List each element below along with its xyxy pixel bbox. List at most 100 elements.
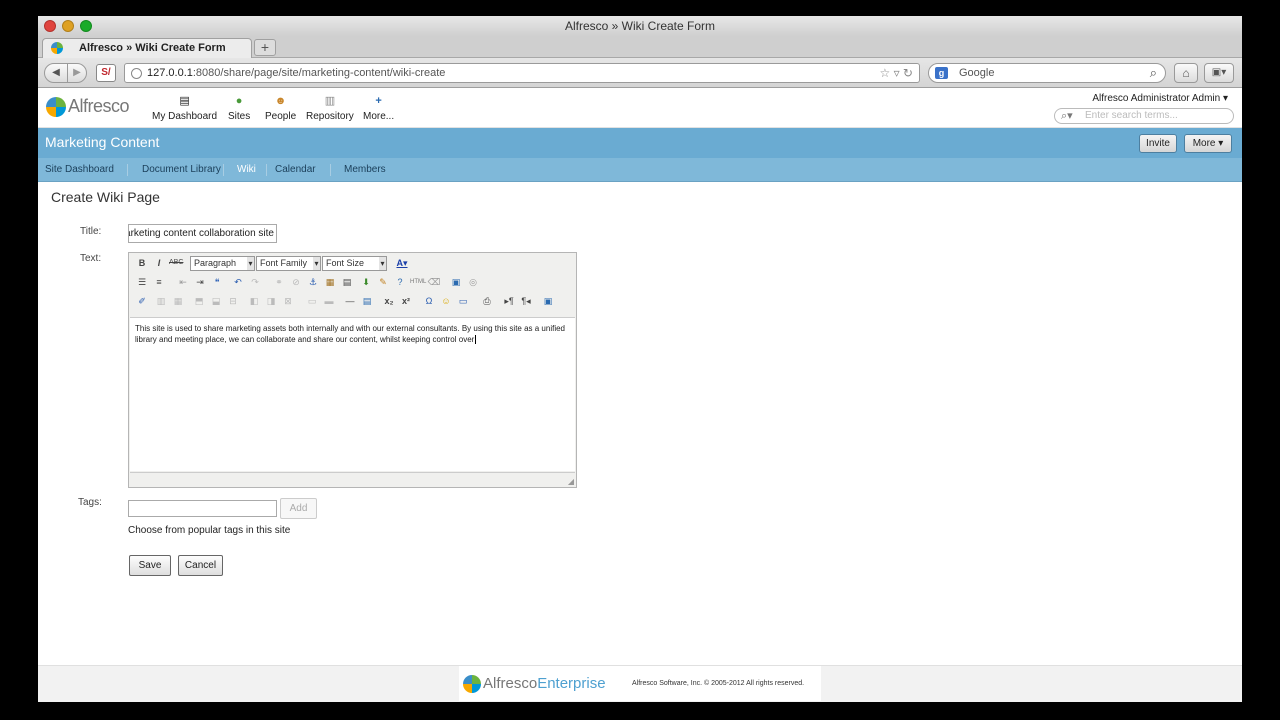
- font-size-select[interactable]: Font Size: [322, 256, 387, 271]
- anchor-icon[interactable]: ⚓: [306, 275, 320, 289]
- search-icon[interactable]: ⌕▾: [1061, 109, 1073, 123]
- split-cells-icon[interactable]: ▭: [305, 294, 319, 308]
- numbered-list-icon[interactable]: ≡: [152, 275, 166, 289]
- maximize-window-icon[interactable]: [80, 20, 92, 32]
- site-title[interactable]: Marketing Content: [45, 134, 159, 150]
- nav-more[interactable]: + More...: [363, 94, 394, 122]
- outdent-icon[interactable]: ⇤: [176, 275, 190, 289]
- nav-repository[interactable]: ▥ Repository: [306, 94, 354, 122]
- nav-label: Repository: [306, 111, 354, 122]
- paragraph-select-value: Paragraph: [194, 258, 237, 268]
- rich-text-editor: B I ABC Paragraph Font Family Font Size …: [128, 252, 577, 488]
- site-nav-members[interactable]: Members: [344, 164, 386, 175]
- browser-menu-button[interactable]: ▣▾: [1204, 63, 1234, 83]
- row-props-icon[interactable]: ▥: [154, 294, 168, 308]
- horizontal-rule-icon[interactable]: —: [343, 294, 357, 308]
- subscript-icon[interactable]: x₂: [382, 294, 396, 308]
- strikethrough-icon[interactable]: ABC: [169, 256, 183, 270]
- html-source-icon[interactable]: HTML: [410, 275, 426, 289]
- plus-icon: +: [375, 95, 382, 107]
- google-icon[interactable]: g: [935, 67, 948, 79]
- url-bar[interactable]: 127.0.0.1:8080/share/page/site/marketing…: [124, 63, 920, 83]
- site-nav-dashboard[interactable]: Site Dashboard: [45, 164, 114, 175]
- app-header: Alfresco ▤ My Dashboard ● Sites ☻ People…: [38, 88, 1242, 128]
- insert-row-after-icon[interactable]: ⬓: [209, 294, 223, 308]
- nav-people[interactable]: ☻ People: [265, 94, 296, 122]
- home-button[interactable]: ⌂: [1174, 63, 1198, 83]
- footer-edition: Enterprise: [537, 675, 606, 692]
- print-icon[interactable]: ⎙: [480, 294, 494, 308]
- link-icon[interactable]: ⚭: [272, 275, 286, 289]
- globe-icon: [131, 68, 142, 79]
- insert-row-before-icon[interactable]: ⬒: [192, 294, 206, 308]
- cancel-button[interactable]: Cancel: [178, 555, 223, 576]
- insert-icon[interactable]: ⬇: [359, 275, 373, 289]
- redo-icon[interactable]: ↷: [248, 275, 262, 289]
- italic-icon[interactable]: I: [152, 256, 166, 270]
- merge-cells-icon[interactable]: ▬: [322, 294, 336, 308]
- cell-props-icon[interactable]: ▦: [171, 294, 185, 308]
- nav-my-dashboard[interactable]: ▤ My Dashboard: [152, 94, 217, 122]
- new-tab-button[interactable]: +: [254, 39, 276, 56]
- bullet-list-icon[interactable]: ☰: [135, 275, 149, 289]
- site-search-input[interactable]: ⌕▾ Enter search terms...: [1054, 108, 1234, 124]
- site-nav-document-library[interactable]: Document Library: [142, 164, 221, 175]
- nav-sites[interactable]: ● Sites: [228, 94, 250, 122]
- title-input[interactable]: arketing content collaboration site: [128, 224, 277, 243]
- minimize-window-icon[interactable]: [62, 20, 74, 32]
- cleanup-icon[interactable]: ✎: [376, 275, 390, 289]
- browser-search-field[interactable]: g Google ⌕: [928, 63, 1166, 83]
- text-color-icon[interactable]: A▾: [392, 256, 412, 270]
- help-icon[interactable]: ?: [393, 275, 407, 289]
- window-titlebar: Alfresco » Wiki Create Form: [38, 16, 1242, 36]
- forward-button[interactable]: ▶: [67, 63, 87, 83]
- media-embed-icon[interactable]: ▭: [456, 294, 470, 308]
- nav-divider: [266, 164, 267, 176]
- emoticon-icon[interactable]: ☺: [439, 294, 453, 308]
- add-tag-button[interactable]: Add: [280, 498, 317, 519]
- special-char-icon[interactable]: Ω: [422, 294, 436, 308]
- media-icon[interactable]: ▤: [340, 275, 354, 289]
- preview-icon[interactable]: ◎: [466, 275, 480, 289]
- nav-divider: [330, 164, 331, 176]
- browser-tab[interactable]: Alfresco » Wiki Create Form: [42, 38, 252, 58]
- popular-tags-link[interactable]: Choose from popular tags in this site: [128, 525, 290, 536]
- nav-label: More...: [363, 111, 395, 122]
- font-family-select[interactable]: Font Family: [256, 256, 321, 271]
- bold-icon[interactable]: B: [135, 256, 149, 270]
- site-nav-calendar[interactable]: Calendar: [275, 164, 316, 175]
- delete-row-icon[interactable]: ⊟: [226, 294, 240, 308]
- site-more-button[interactable]: More ▾: [1184, 134, 1232, 153]
- superscript-icon[interactable]: x²: [399, 294, 413, 308]
- delete-col-icon[interactable]: ⊠: [281, 294, 295, 308]
- tags-input[interactable]: [128, 500, 277, 517]
- back-button[interactable]: ◀: [44, 63, 68, 83]
- resize-handle-icon[interactable]: ◢: [568, 477, 574, 486]
- insert-col-before-icon[interactable]: ◧: [247, 294, 261, 308]
- eraser-icon[interactable]: ⌫: [427, 275, 441, 289]
- editor-body[interactable]: This site is used to share marketing ass…: [130, 317, 575, 471]
- bookmark-star-icon[interactable]: ☆ ▿ ↻: [879, 66, 913, 80]
- magnifier-icon[interactable]: ⌕: [1150, 65, 1157, 81]
- text-label: Text:: [80, 253, 102, 264]
- edit-icon[interactable]: ✐: [135, 294, 149, 308]
- fullscreen-icon[interactable]: ▣: [541, 294, 555, 308]
- site-nav-wiki[interactable]: Wiki: [237, 164, 256, 175]
- blockquote-icon[interactable]: ❝: [210, 275, 224, 289]
- user-menu[interactable]: Alfresco Administrator Admin ▾: [1092, 93, 1228, 104]
- close-window-icon[interactable]: [44, 20, 56, 32]
- rtl-icon[interactable]: ¶◂: [519, 294, 533, 308]
- visual-aid-icon[interactable]: ▤: [360, 294, 374, 308]
- image-icon[interactable]: ▦: [323, 275, 337, 289]
- table-icon[interactable]: ▣: [449, 275, 463, 289]
- tags-label: Tags:: [78, 497, 102, 508]
- paragraph-select[interactable]: Paragraph: [190, 256, 255, 271]
- undo-icon[interactable]: ↶: [231, 275, 245, 289]
- save-button[interactable]: Save: [129, 555, 171, 576]
- extension-button[interactable]: S/: [96, 64, 116, 82]
- invite-button[interactable]: Invite: [1139, 134, 1177, 153]
- insert-col-after-icon[interactable]: ◨: [264, 294, 278, 308]
- unlink-icon[interactable]: ⊘: [289, 275, 303, 289]
- ltr-icon[interactable]: ▸¶: [502, 294, 516, 308]
- indent-icon[interactable]: ⇥: [193, 275, 207, 289]
